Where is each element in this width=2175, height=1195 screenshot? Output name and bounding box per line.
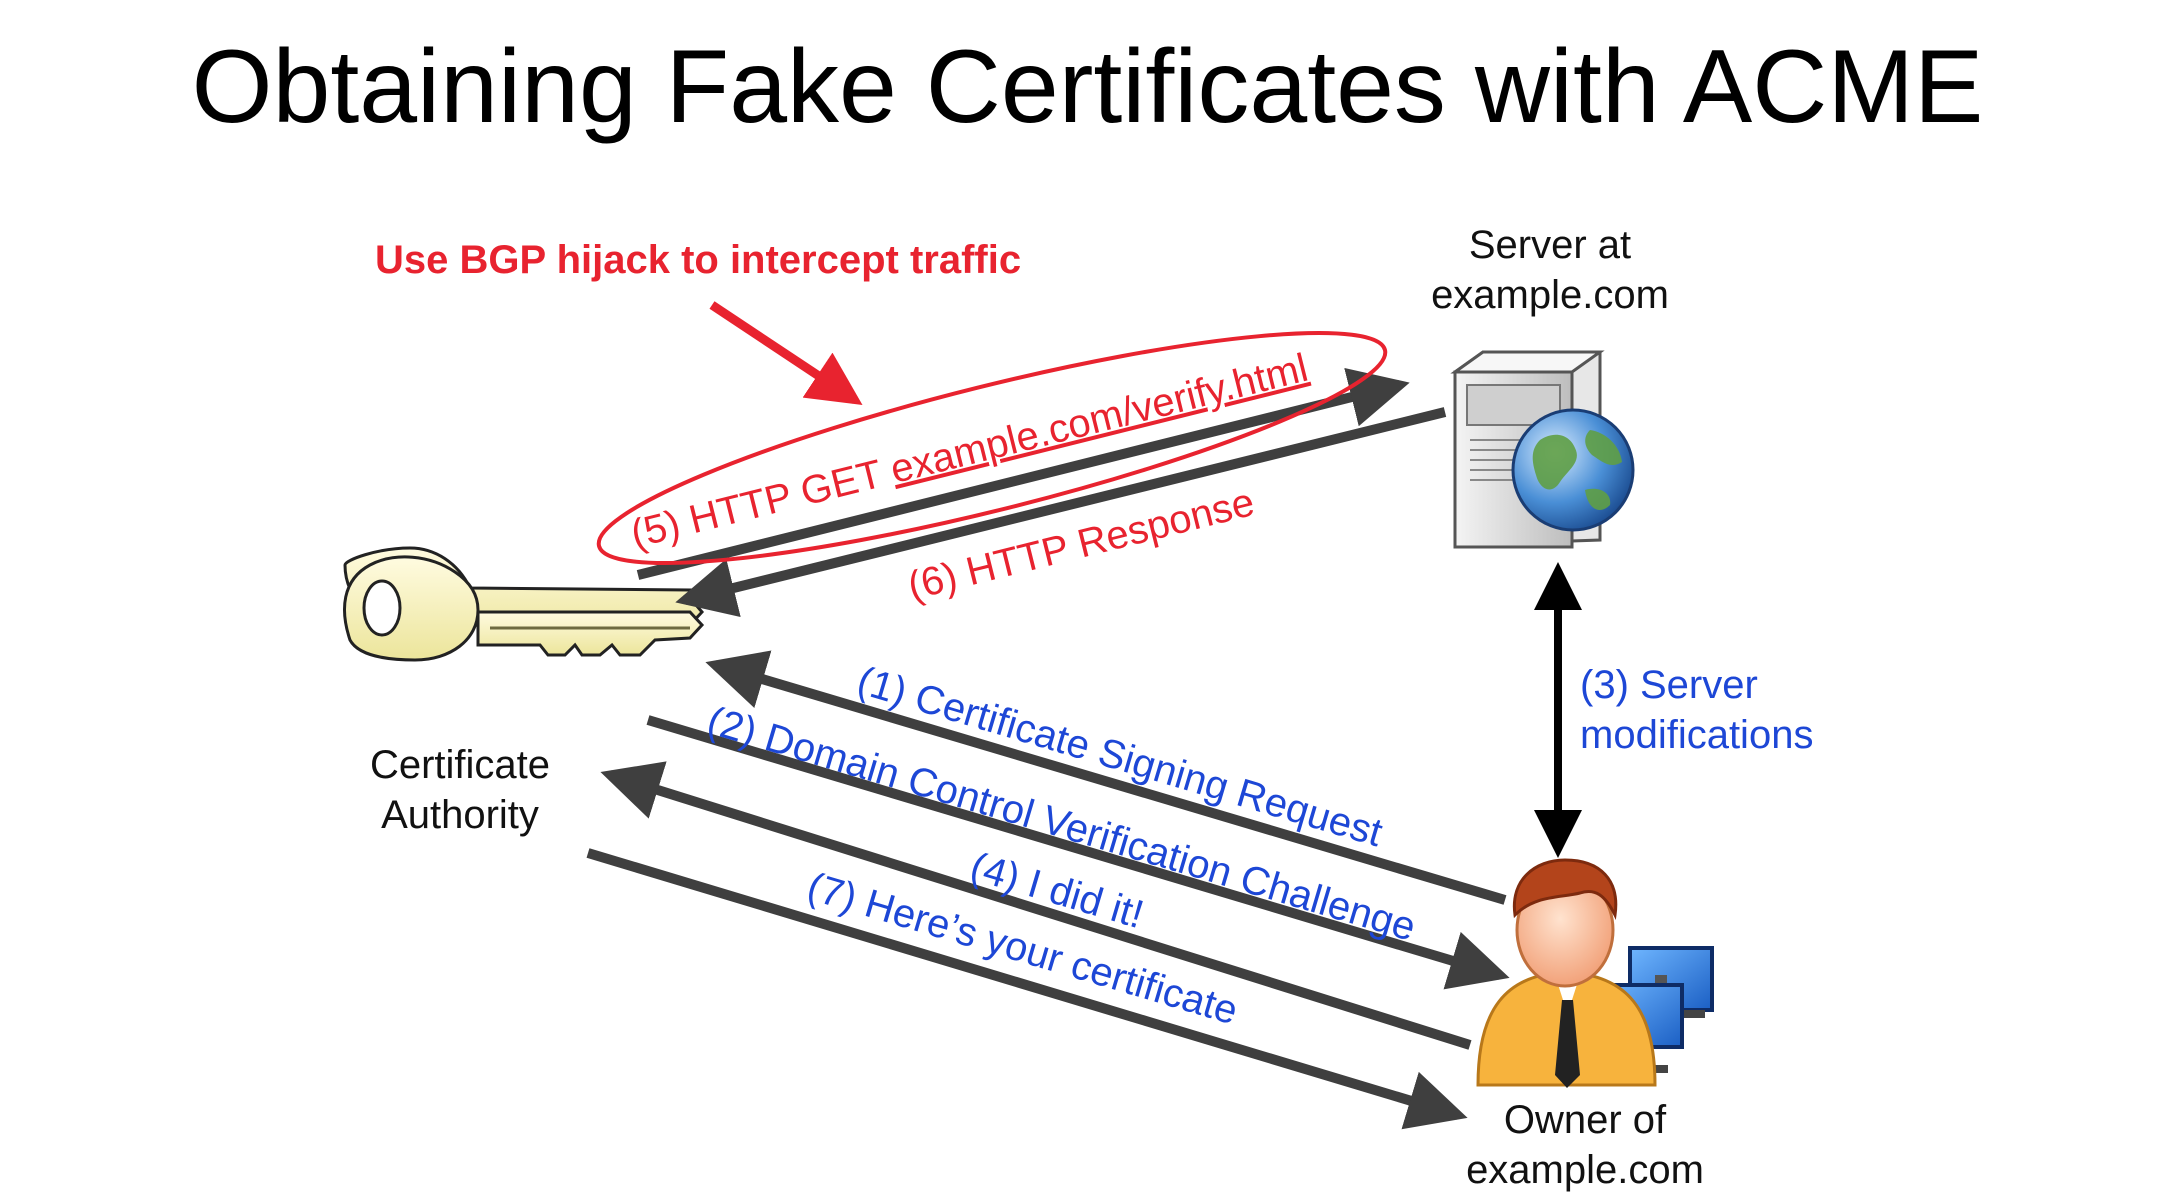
step3-label-line1: (3) Server xyxy=(1580,663,1758,707)
server-label-line1: Server at xyxy=(1468,223,1632,267)
owner-label: Owner of example.com xyxy=(1445,1095,1725,1195)
ca-label-line1: Certificate xyxy=(369,743,551,787)
key-icon xyxy=(343,546,705,662)
diagram-canvas: (5) HTTP GET example.com/verify.html (6)… xyxy=(343,301,1714,1130)
ca-label: Certificate Authority xyxy=(330,740,590,840)
server-label-line2: example.com xyxy=(1431,273,1669,317)
arrow-csr xyxy=(705,650,1507,905)
ca-label-line2: Authority xyxy=(381,793,539,837)
server-globe-icon xyxy=(1450,350,1635,549)
step3-label: (3) Server modifications xyxy=(1580,660,1813,760)
slide: Obtaining Fake Certificates with ACME (5… xyxy=(0,0,2175,1192)
server-label: Server at example.com xyxy=(1410,220,1690,320)
step3-label-line2: modifications xyxy=(1580,713,1814,757)
annotation-arrow xyxy=(709,301,863,405)
owner-label-line1: Owner of xyxy=(1503,1098,1667,1142)
bgp-hijack-annotation: Use BGP hijack to intercept traffic xyxy=(375,238,1022,282)
person-computer-icon xyxy=(1476,858,1714,1088)
